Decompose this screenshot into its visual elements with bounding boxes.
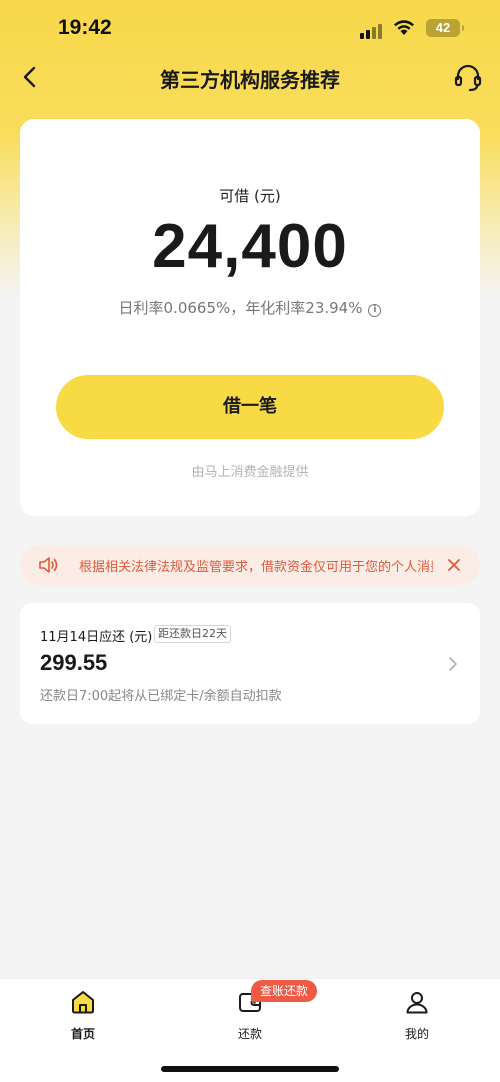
tab-mine[interactable]: 我的 bbox=[377, 979, 457, 1049]
tab-repay-label: 还款 bbox=[237, 1027, 262, 1041]
notice-text: 根据相关法律法规及监管要求，借款资金仅可用于您的个人消费，不得用于购房、投资等 bbox=[79, 560, 433, 575]
repayment-card[interactable]: 11月14日应还 (元) 距还款日22天 299.55 还款日7:00起将从已绑… bbox=[20, 603, 480, 724]
user-icon bbox=[406, 992, 428, 1014]
repayment-amount: 299.55 bbox=[40, 650, 108, 675]
nav-bar: 第三方机构服务推荐 bbox=[0, 56, 500, 100]
home-indicator bbox=[161, 1066, 339, 1072]
tab-mine-label: 我的 bbox=[404, 1027, 429, 1041]
speaker-icon bbox=[39, 557, 58, 573]
signal-icon bbox=[360, 20, 384, 39]
repayment-title: 11月14日应还 (元) bbox=[40, 630, 153, 645]
repayment-note: 还款日7:00起将从已绑定卡/余额自动扣款 bbox=[40, 689, 282, 704]
loan-label: 可借 (元) bbox=[219, 187, 281, 205]
chevron-right-icon bbox=[449, 657, 457, 671]
rate-info: 日利率0.0665%，年化利率23.94% i bbox=[20, 297, 480, 318]
loan-card: 可借 (元) 24,400 日利率0.0665%，年化利率23.94% i 借一笔… bbox=[20, 119, 480, 516]
home-icon bbox=[72, 991, 94, 1014]
page-title: 第三方机构服务推荐 bbox=[160, 68, 340, 92]
provider-text: 由马上消费金融提供 bbox=[191, 465, 309, 480]
borrow-button[interactable]: 借一笔 bbox=[56, 375, 444, 439]
info-icon[interactable]: i bbox=[368, 304, 382, 317]
close-icon[interactable] bbox=[444, 555, 464, 575]
battery-indicator: 42 bbox=[426, 19, 464, 37]
due-days-badge: 距还款日22天 bbox=[154, 625, 231, 643]
wifi-icon bbox=[394, 20, 414, 35]
loan-amount: 24,400 bbox=[152, 212, 348, 281]
notice-bar[interactable]: 根据相关法律法规及监管要求，借款资金仅可用于您的个人消费，不得用于购房、投资等 bbox=[20, 545, 480, 585]
customer-service-icon[interactable] bbox=[452, 62, 484, 94]
status-time: 19:42 bbox=[58, 16, 112, 39]
tab-home[interactable]: 首页 bbox=[43, 979, 123, 1049]
status-bar: 19:42 42 bbox=[0, 0, 500, 60]
repay-badge[interactable]: 查账还款 bbox=[251, 980, 318, 1002]
tab-home-label: 首页 bbox=[70, 1027, 95, 1041]
rate-text: 日利率0.0665%，年化利率23.94% bbox=[118, 299, 363, 317]
